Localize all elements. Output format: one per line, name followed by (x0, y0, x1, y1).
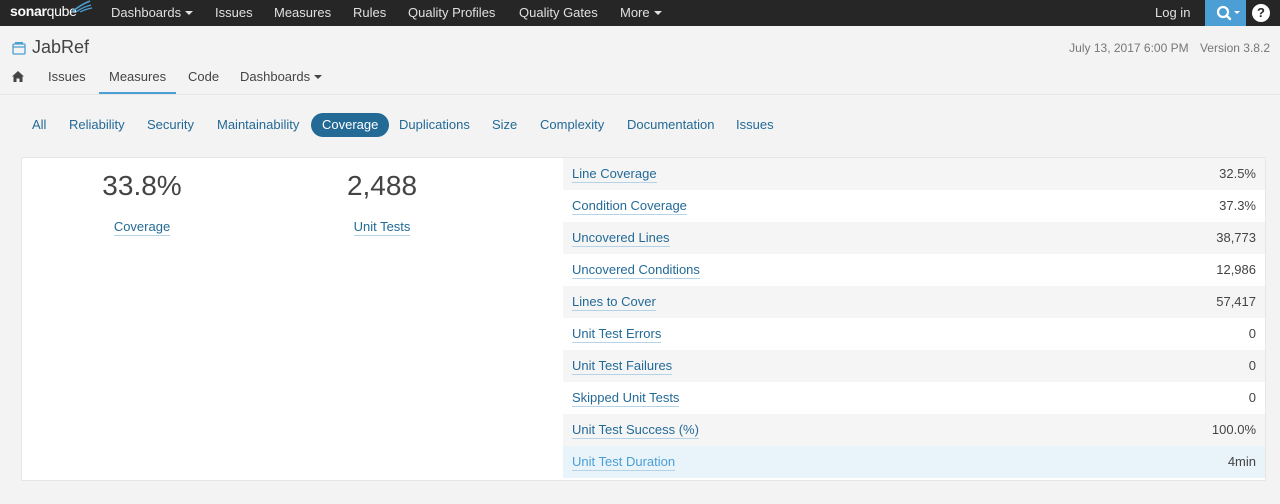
measure-value: 38,773 (1216, 230, 1256, 245)
login-link[interactable]: Log in (1155, 0, 1190, 25)
project-title[interactable]: JabRef (32, 37, 89, 58)
tab-code[interactable]: Code (188, 70, 219, 94)
measure-name[interactable]: Unit Test Errors (572, 326, 662, 343)
domain-maintainability[interactable]: Maintainability (206, 113, 310, 137)
nav-issues-label: Issues (215, 5, 253, 20)
search-icon (1216, 5, 1240, 21)
nav-more[interactable]: More (620, 0, 662, 26)
domain-issues[interactable]: Issues (725, 113, 785, 137)
measure-name[interactable]: Uncovered Conditions (572, 262, 700, 279)
measure-name[interactable]: Unit Test Failures (572, 358, 673, 375)
tab-measures-label: Measures (109, 69, 167, 84)
measure-row-line-coverage[interactable]: Line Coverage 32.5% (563, 158, 1265, 190)
measure-row-unit-test-success[interactable]: Unit Test Success (%) 100.0% (563, 414, 1265, 446)
coverage-value: 33.8% (102, 170, 182, 201)
measure-row-unit-test-failures[interactable]: Unit Test Failures 0 (563, 350, 1265, 382)
chevron-down-icon (185, 11, 194, 15)
measure-name[interactable]: Unit Test Duration (572, 454, 676, 471)
unit-tests-value: 2,488 (346, 170, 418, 201)
nav-rules-label: Rules (353, 5, 387, 20)
coverage-link[interactable]: Coverage (113, 219, 171, 236)
measure-value: 0 (1248, 358, 1256, 373)
measure-name[interactable]: Line Coverage (572, 166, 657, 183)
tab-code-label: Code (188, 69, 220, 84)
coverage-label: Coverage (62, 219, 222, 236)
measure-row-uncovered-lines[interactable]: Uncovered Lines 38,773 (563, 222, 1265, 254)
domain-security[interactable]: Security (136, 113, 205, 137)
analysis-meta: July 13, 2017 6:00 PM Version 3.8.2 (1069, 41, 1270, 55)
measure-name[interactable]: Lines to Cover (572, 294, 656, 311)
measure-name[interactable]: Uncovered Lines (572, 230, 670, 247)
home-icon (12, 71, 24, 82)
tab-home[interactable] (11, 70, 25, 94)
sonarqube-logo[interactable]: sonarqube (10, 0, 93, 23)
measure-value: 100.0% (1211, 422, 1256, 437)
measure-row-skipped-unit-tests[interactable]: Skipped Unit Tests 0 (563, 382, 1265, 414)
domain-documentation[interactable]: Documentation (616, 113, 725, 137)
nav-quality-profiles[interactable]: Quality Profiles (408, 0, 495, 26)
help-icon[interactable]: ? (1252, 4, 1270, 22)
measure-row-uncovered-conditions[interactable]: Uncovered Conditions 12,986 (563, 254, 1265, 286)
chevron-down-icon (653, 11, 662, 15)
unit-tests-link[interactable]: Unit Tests (353, 219, 411, 236)
measure-row-unit-test-duration[interactable]: Unit Test Duration 4min (563, 446, 1265, 478)
domain-duplications[interactable]: Duplications (388, 113, 481, 137)
measure-row-lines-to-cover[interactable]: Lines to Cover 57,417 (563, 286, 1265, 318)
domain-reliability[interactable]: Reliability (58, 113, 136, 137)
unit-tests-label: Unit Tests (302, 219, 462, 236)
measure-value: 0 (1248, 326, 1256, 341)
tab-dashboards-label: Dashboards (240, 69, 311, 84)
tab-measures[interactable]: Measures (99, 70, 176, 94)
domain-size[interactable]: Size (481, 113, 528, 137)
measure-value: 4min (1227, 454, 1256, 469)
measure-name[interactable]: Condition Coverage (572, 198, 687, 215)
top-navbar: sonarqube Dashboards Issues Measures Rul… (0, 0, 1280, 26)
nav-quality-gates-label: Quality Gates (519, 5, 598, 20)
measure-name[interactable]: Skipped Unit Tests (572, 390, 680, 407)
measure-value: 12,986 (1216, 262, 1256, 277)
measure-row-condition-coverage[interactable]: Condition Coverage 37.3% (563, 190, 1265, 222)
nav-quality-gates[interactable]: Quality Gates (519, 0, 598, 26)
chevron-down-icon (314, 75, 323, 79)
analysis-date: July 13, 2017 6:00 PM (1069, 41, 1189, 55)
measure-value: 0 (1248, 390, 1256, 405)
nav-quality-profiles-label: Quality Profiles (408, 5, 496, 20)
measure-row-unit-test-errors[interactable]: Unit Test Errors 0 (563, 318, 1265, 350)
nav-measures[interactable]: Measures (274, 0, 331, 26)
project-version: Version 3.8.2 (1199, 41, 1270, 55)
nav-dashboards-label: Dashboards (111, 5, 182, 20)
nav-measures-label: Measures (274, 5, 332, 20)
domain-coverage[interactable]: Coverage (311, 113, 390, 137)
nav-issues[interactable]: Issues (215, 0, 253, 26)
domain-complexity[interactable]: Complexity (529, 113, 615, 137)
header-divider (0, 94, 1280, 95)
measures-list: Line Coverage 32.5% Condition Coverage 37.… (563, 158, 1265, 478)
nav-more-label: More (620, 5, 650, 20)
measure-name[interactable]: Unit Test Success (%) (572, 422, 699, 439)
project-icon (12, 42, 26, 55)
measure-value: 57,417 (1216, 294, 1256, 309)
domain-all[interactable]: All (21, 113, 57, 137)
tab-issues[interactable]: Issues (48, 70, 86, 94)
search-button[interactable] (1205, 0, 1246, 26)
logo-waves-icon (71, 0, 93, 13)
measure-value: 32.5% (1219, 166, 1256, 181)
tab-issues-label: Issues (48, 69, 86, 84)
tab-dashboards[interactable]: Dashboards (240, 69, 323, 94)
nav-dashboards[interactable]: Dashboards (111, 0, 194, 26)
logo-text-sonar: sonar (10, 3, 47, 19)
measure-value: 37.3% (1219, 198, 1256, 213)
nav-rules[interactable]: Rules (353, 0, 386, 26)
